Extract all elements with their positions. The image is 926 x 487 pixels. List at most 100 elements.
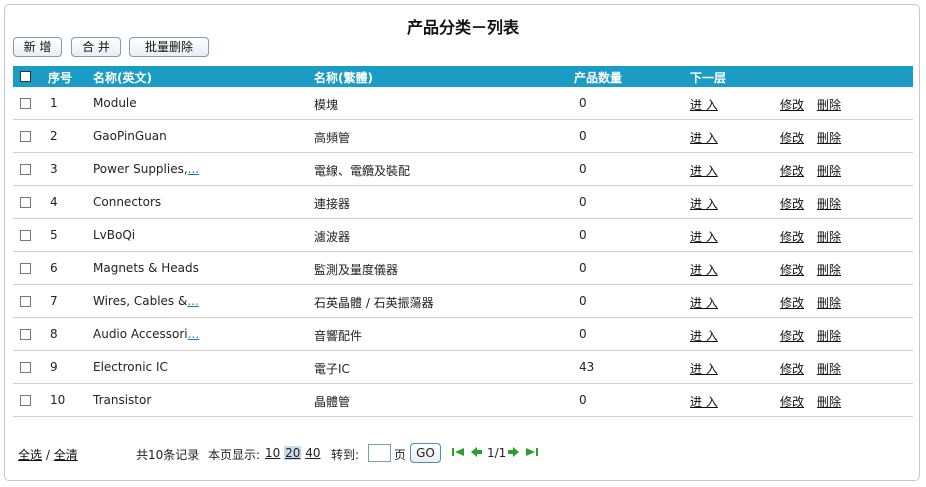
enter-link[interactable]: 进 入 [690, 228, 718, 245]
table-row: 10 Transistor 晶體管 0 进 入 修改 刪除 [13, 384, 913, 417]
edit-link[interactable]: 修改 [780, 360, 804, 377]
row-checkbox[interactable] [20, 230, 31, 241]
page-size-20[interactable]: 20 [284, 446, 302, 460]
row-checkbox[interactable] [20, 197, 31, 208]
row-name-en-text: Wires, Cables & [93, 294, 188, 308]
row-product-count: 0 [579, 195, 587, 209]
record-total: 共10条记录 [136, 448, 200, 462]
header-count: 产品数量 [574, 71, 623, 85]
row-index: 1 [50, 96, 58, 110]
enter-link[interactable]: 进 入 [690, 162, 718, 179]
edit-link[interactable]: 修改 [780, 162, 804, 179]
row-index: 7 [50, 294, 58, 308]
row-product-count: 43 [579, 360, 595, 374]
row-name-more-link[interactable]: ... [187, 294, 198, 308]
page-size-10[interactable]: 10 [265, 446, 280, 460]
row-product-count: 0 [579, 327, 587, 341]
edit-link[interactable]: 修改 [780, 327, 804, 344]
go-button[interactable]: GO [410, 443, 441, 463]
add-button[interactable]: 新 增 [13, 37, 62, 57]
prev-page-icon[interactable] [469, 446, 483, 458]
edit-link[interactable]: 修改 [780, 294, 804, 311]
delete-link[interactable]: 刪除 [817, 261, 841, 278]
last-page-icon[interactable] [525, 446, 539, 458]
row-index: 6 [50, 261, 58, 275]
row-name-en: LvBoQi [93, 228, 135, 242]
row-checkbox[interactable] [20, 164, 31, 175]
enter-link[interactable]: 进 入 [690, 195, 718, 212]
edit-link[interactable]: 修改 [780, 96, 804, 113]
row-checkbox[interactable] [20, 362, 31, 373]
enter-link[interactable]: 进 入 [690, 360, 718, 377]
row-name-en: GaoPinGuan [93, 129, 167, 143]
delete-link[interactable]: 刪除 [817, 360, 841, 377]
row-name-tw: 連接器 [314, 197, 351, 211]
edit-link[interactable]: 修改 [780, 228, 804, 245]
row-name-tw: 模塊 [314, 98, 339, 112]
edit-link[interactable]: 修改 [780, 195, 804, 212]
row-index: 8 [50, 327, 58, 341]
delete-link[interactable]: 刪除 [817, 96, 841, 113]
row-name-en: Electronic IC [93, 360, 168, 374]
table-row: 3 Power Supplies,... 電線、電纜及裝配 0 进 入 修改 刪除 [13, 153, 913, 186]
row-index: 3 [50, 162, 58, 176]
delete-link[interactable]: 刪除 [817, 294, 841, 311]
select-all-link[interactable]: 全选 [18, 448, 42, 462]
delete-link[interactable]: 刪除 [817, 162, 841, 179]
row-checkbox[interactable] [20, 296, 31, 307]
row-checkbox[interactable] [20, 263, 31, 274]
header-next-level: 下一层 [690, 71, 727, 85]
enter-link[interactable]: 进 入 [690, 129, 718, 146]
row-checkbox[interactable] [20, 329, 31, 340]
enter-link[interactable]: 进 入 [690, 294, 718, 311]
enter-link[interactable]: 进 入 [690, 96, 718, 113]
row-name-more-link[interactable]: ... [188, 327, 199, 341]
goto-page-input[interactable] [368, 444, 391, 462]
page-title: 产品分类－列表 [406, 18, 519, 37]
row-index: 2 [50, 129, 58, 143]
delete-link[interactable]: 刪除 [817, 195, 841, 212]
row-name-en-text: GaoPinGuan [93, 129, 167, 143]
edit-link[interactable]: 修改 [780, 261, 804, 278]
header-name-tw: 名称(繁體) [314, 71, 373, 85]
delete-link[interactable]: 刪除 [817, 327, 841, 344]
first-page-icon[interactable] [451, 446, 465, 458]
page-size-40[interactable]: 40 [305, 446, 320, 460]
row-name-en-text: Electronic IC [93, 360, 168, 374]
table-row: 9 Electronic IC 電子IC 43 进 入 修改 刪除 [13, 351, 913, 384]
row-name-tw: 石英晶體 / 石英振蕩器 [314, 296, 434, 310]
table-row: 6 Magnets & Heads 監測及量度儀器 0 进 入 修改 刪除 [13, 252, 913, 285]
row-name-en-text: Magnets & Heads [93, 261, 199, 275]
merge-button[interactable]: 合 并 [71, 37, 121, 57]
delete-link[interactable]: 刪除 [817, 393, 841, 410]
enter-link[interactable]: 进 入 [690, 327, 718, 344]
enter-link[interactable]: 进 入 [690, 261, 718, 278]
row-checkbox[interactable] [20, 131, 31, 142]
edit-link[interactable]: 修改 [780, 393, 804, 410]
edit-link[interactable]: 修改 [780, 129, 804, 146]
delete-link[interactable]: 刪除 [817, 129, 841, 146]
row-name-tw: 濾波器 [314, 230, 351, 244]
batch-delete-button[interactable]: 批量删除 [129, 37, 209, 57]
row-name-en: Module [93, 96, 137, 110]
row-index: 4 [50, 195, 58, 209]
next-page-icon[interactable] [507, 446, 521, 458]
row-name-en: Power Supplies,... [93, 162, 199, 176]
row-checkbox[interactable] [20, 395, 31, 406]
enter-link[interactable]: 进 入 [690, 393, 718, 410]
row-index: 9 [50, 360, 58, 374]
row-product-count: 0 [579, 129, 587, 143]
header-index: 序号 [48, 71, 73, 85]
clear-all-link[interactable]: 全清 [54, 448, 78, 462]
select-all-checkbox[interactable] [20, 71, 31, 82]
row-checkbox[interactable] [20, 98, 31, 109]
table-row: 7 Wires, Cables &... 石英晶體 / 石英振蕩器 0 进 入 修改 刪除 [13, 285, 913, 318]
row-index: 10 [50, 393, 66, 407]
row-name-en: Transistor [93, 393, 151, 407]
table-header: 序号 名称(英文) 名称(繁體) 产品数量 下一层 [13, 66, 913, 87]
delete-link[interactable]: 刪除 [817, 228, 841, 245]
row-name-more-link[interactable]: ... [188, 162, 199, 176]
row-name-en-text: Connectors [93, 195, 162, 209]
row-name-en-text: Audio Accessori [93, 327, 188, 341]
header-name-en: 名称(英文) [93, 71, 152, 85]
